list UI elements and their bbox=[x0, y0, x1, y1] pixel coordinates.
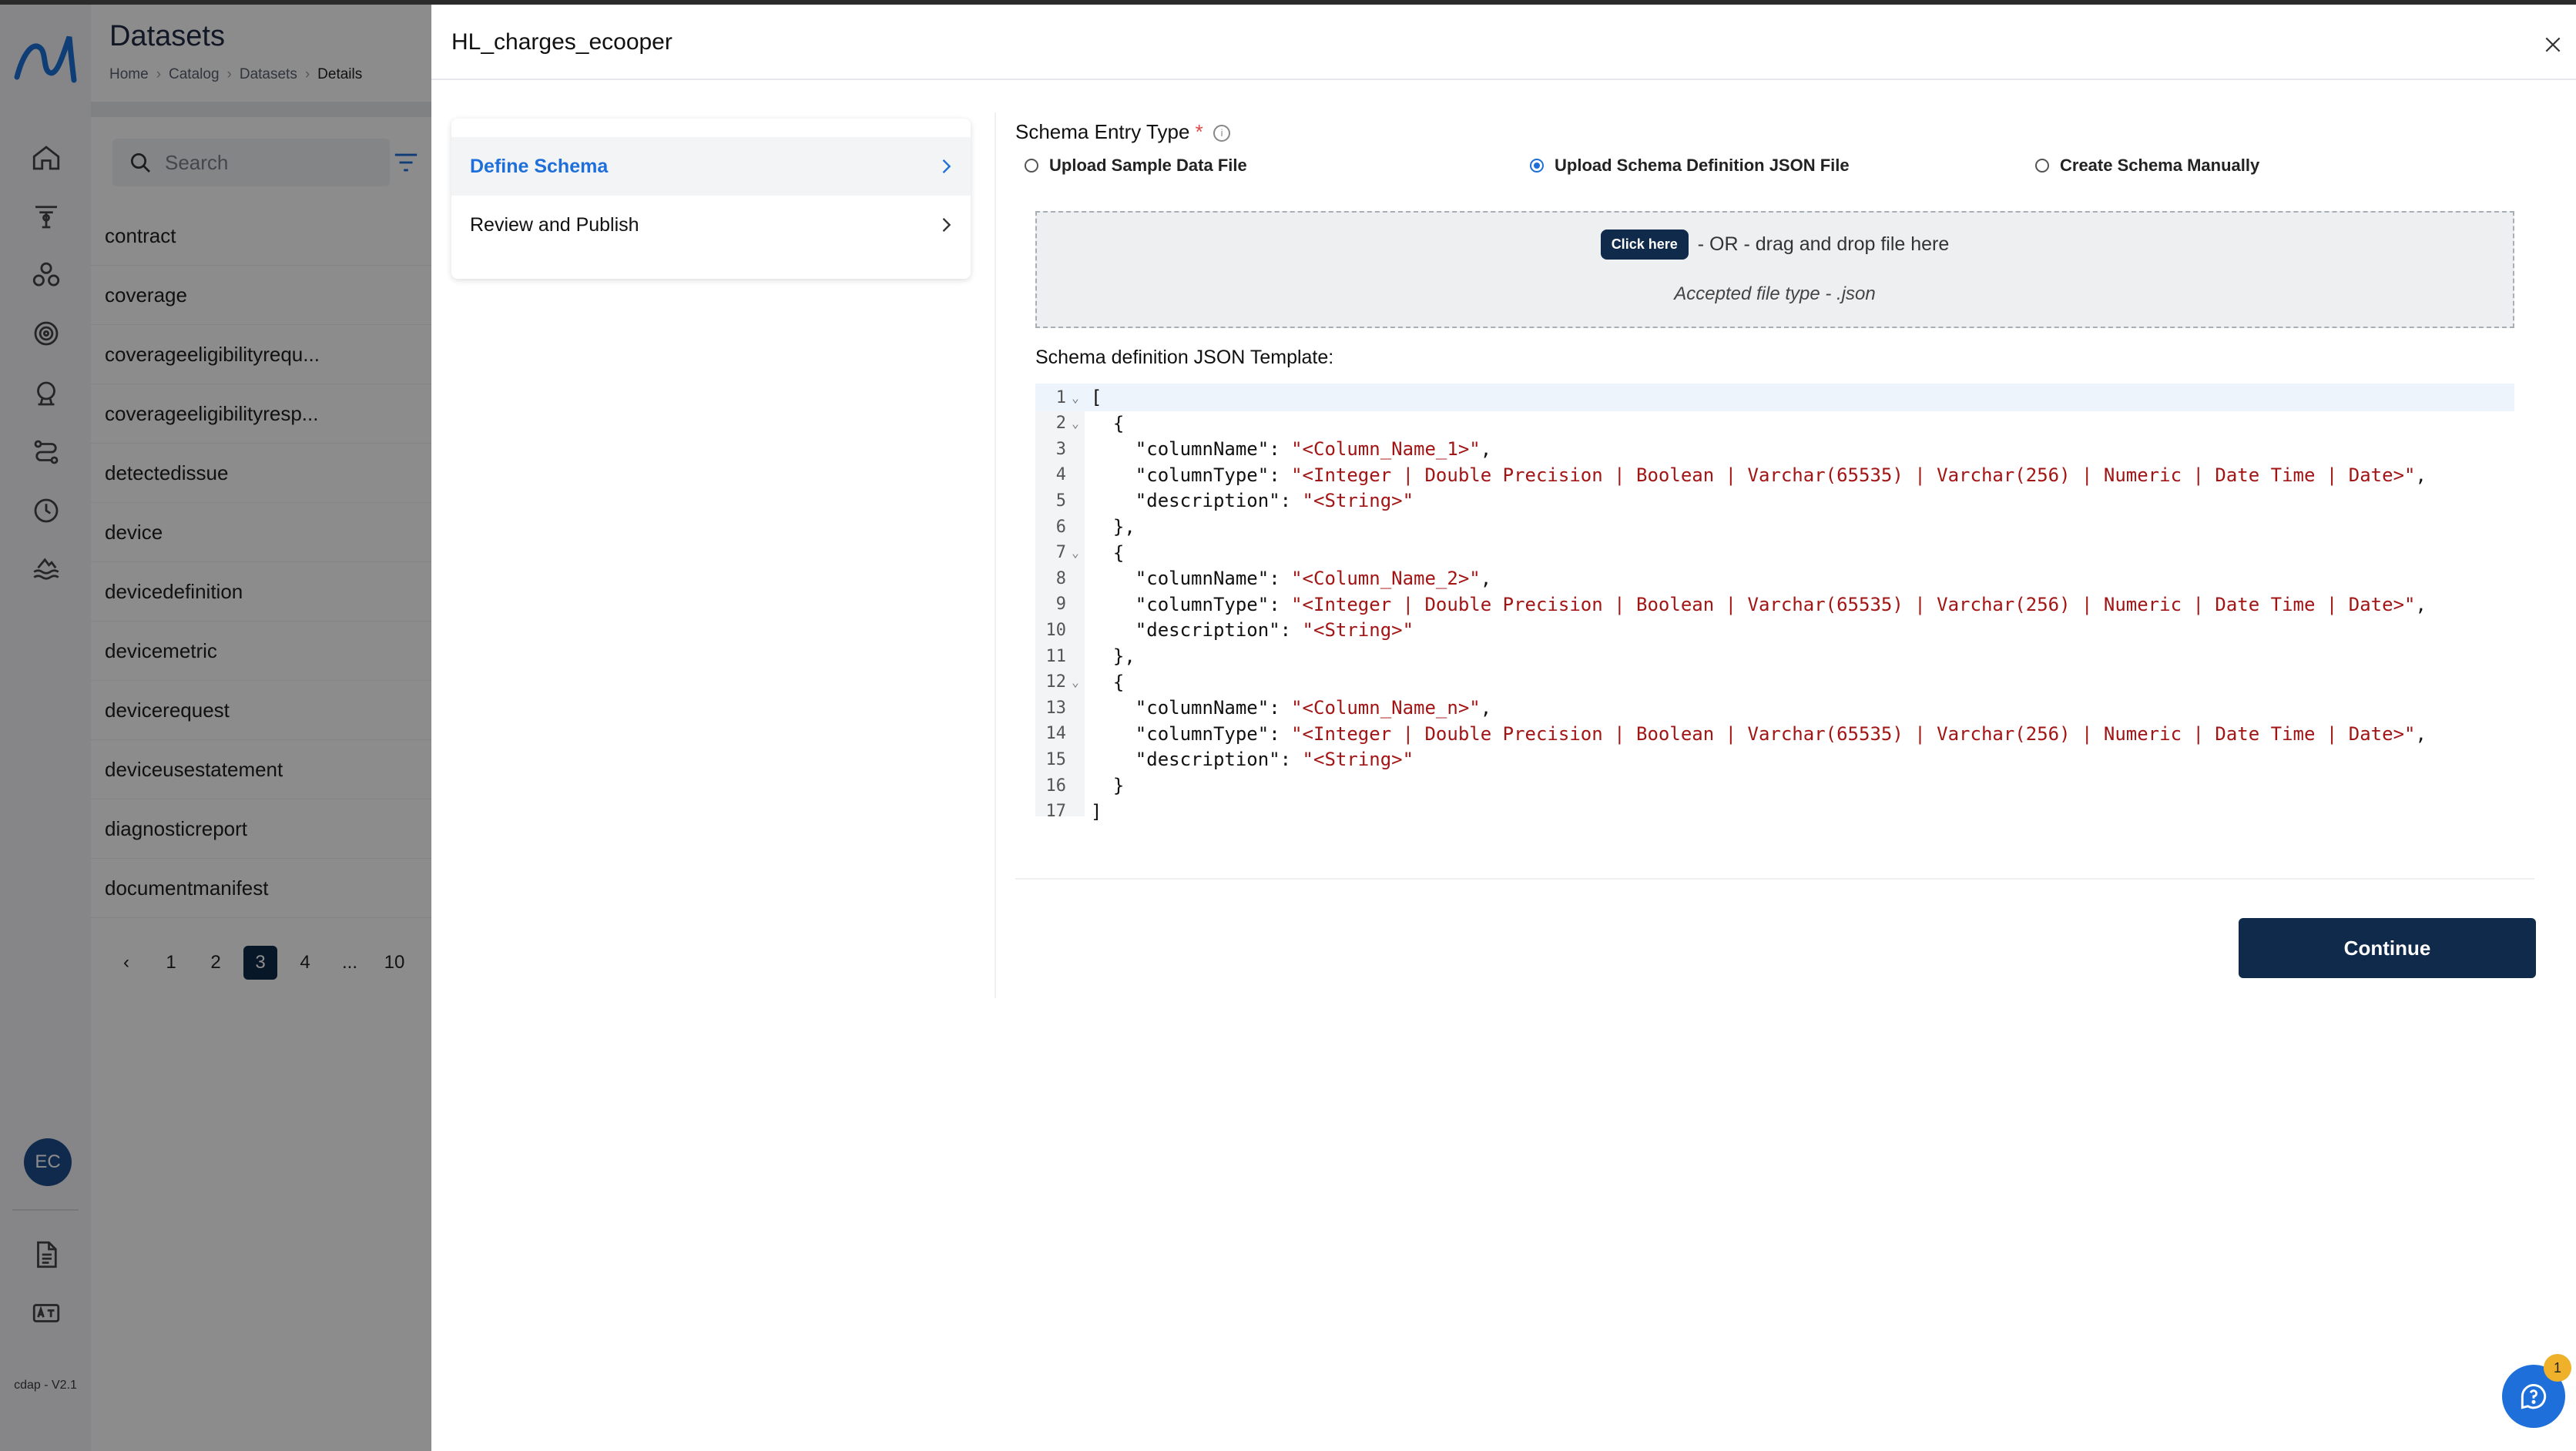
code-text: "columnType": "<Integer | Double Precisi… bbox=[1091, 593, 2427, 615]
code-line[interactable]: 4 "columnType": "<Integer | Double Preci… bbox=[1035, 461, 2514, 489]
code-text: { bbox=[1091, 412, 1125, 434]
info-icon[interactable]: i bbox=[1213, 125, 1231, 142]
json-template-editor[interactable]: 1 ⌄[2 ⌄ {3 "columnName": "<Column_Name_1>"… bbox=[1035, 384, 2514, 823]
fold-chevron-icon[interactable]: ⌄ bbox=[1066, 675, 1085, 689]
code-text: "description": "<String>" bbox=[1091, 619, 1414, 642]
code-text: "columnType": "<Integer | Double Precisi… bbox=[1091, 464, 2427, 486]
wizard-steps: Define Schema Review and Publish bbox=[451, 119, 971, 279]
line-number: 1 bbox=[1055, 387, 1066, 407]
line-number: 16 bbox=[1045, 776, 1067, 796]
code-line[interactable]: 15 "description": "<String>" bbox=[1035, 746, 2514, 773]
required-mark: * bbox=[1195, 120, 1203, 143]
code-line[interactable]: 7 ⌄ { bbox=[1035, 539, 2514, 567]
code-line[interactable]: 5 "description": "<String>" bbox=[1035, 487, 2514, 514]
code-line[interactable]: 1 ⌄ [ bbox=[1035, 384, 2514, 411]
fold-chevron-icon[interactable]: ⌄ bbox=[1066, 416, 1085, 431]
accepted-file-type: Accepted file type - .json bbox=[1674, 283, 1876, 304]
code-line[interactable]: 10 "description": "<String>" bbox=[1035, 616, 2514, 644]
code-line[interactable]: 6 }, bbox=[1035, 513, 2514, 541]
code-text: } bbox=[1091, 775, 1125, 796]
radio-label: Upload Schema Definition JSON File bbox=[1555, 156, 1850, 175]
code-text: }, bbox=[1091, 645, 1135, 667]
modal-backdrop[interactable] bbox=[0, 0, 431, 1451]
code-line[interactable]: 17] bbox=[1035, 798, 2514, 826]
line-number: 11 bbox=[1045, 646, 1067, 666]
code-text: "columnName": "<Column_Name_n>", bbox=[1091, 697, 1492, 719]
code-line[interactable]: 9 "columnType": "<Integer | Double Preci… bbox=[1035, 591, 2514, 618]
line-number: 14 bbox=[1045, 724, 1067, 744]
line-number: 6 bbox=[1055, 517, 1066, 537]
code-text: }, bbox=[1091, 516, 1135, 538]
line-number: 3 bbox=[1055, 439, 1066, 459]
schema-drawer: HL_charges_ecooper Define Schema Review … bbox=[431, 0, 2576, 1451]
code-line[interactable]: 3 "columnName": "<Column_Name_1>", bbox=[1035, 435, 2514, 463]
code-line[interactable]: 11 }, bbox=[1035, 642, 2514, 670]
file-dropzone[interactable]: Click here - OR - drag and drop file her… bbox=[1035, 211, 2514, 328]
line-number: 17 bbox=[1045, 802, 1067, 822]
step-label: Review and Publish bbox=[470, 213, 639, 236]
code-text: "columnType": "<Integer | Double Precisi… bbox=[1091, 722, 2427, 745]
line-number: 10 bbox=[1045, 620, 1067, 640]
step-define-schema[interactable]: Define Schema bbox=[451, 137, 971, 196]
code-line[interactable]: 8 "columnName": "<Column_Name_2>", bbox=[1035, 565, 2514, 592]
code-line[interactable]: 13 "columnName": "<Column_Name_n>", bbox=[1035, 694, 2514, 722]
code-text: [ bbox=[1091, 387, 1102, 408]
chevron-right-icon bbox=[942, 159, 951, 173]
code-line[interactable]: 14 "columnType": "<Integer | Double Prec… bbox=[1035, 720, 2514, 748]
code-line[interactable]: 2 ⌄ { bbox=[1035, 410, 2514, 437]
radio-create-manually[interactable]: Create Schema Manually bbox=[2035, 156, 2259, 176]
step-review-publish[interactable]: Review and Publish bbox=[451, 196, 971, 254]
form-divider bbox=[1015, 878, 2534, 880]
line-number: 2 bbox=[1055, 414, 1066, 434]
code-text: "description": "<String>" bbox=[1091, 490, 1414, 512]
line-number: 4 bbox=[1055, 465, 1066, 485]
line-number: 15 bbox=[1045, 749, 1067, 769]
code-text: { bbox=[1091, 541, 1125, 564]
code-text: "columnName": "<Column_Name_2>", bbox=[1091, 568, 1492, 590]
top-border bbox=[0, 0, 2576, 5]
close-icon bbox=[2545, 37, 2561, 52]
code-text: "columnName": "<Column_Name_1>", bbox=[1091, 438, 1492, 461]
code-text: { bbox=[1091, 671, 1125, 693]
entry-type-options: Upload Sample Data File Upload Schema De… bbox=[1025, 156, 2534, 179]
radio-upload-json[interactable]: Upload Schema Definition JSON File bbox=[1530, 156, 1850, 176]
step-label: Define Schema bbox=[470, 155, 609, 177]
radio-circle[interactable] bbox=[1025, 159, 1038, 173]
drawer-title: HL_charges_ecooper bbox=[451, 29, 673, 55]
continue-button[interactable]: Continue bbox=[2239, 918, 2536, 978]
code-text: ] bbox=[1091, 800, 1102, 823]
fold-chevron-icon[interactable]: ⌄ bbox=[1066, 545, 1085, 560]
radio-upload-sample[interactable]: Upload Sample Data File bbox=[1025, 156, 1247, 176]
code-text: "description": "<String>" bbox=[1091, 749, 1414, 771]
radio-label: Create Schema Manually bbox=[2060, 156, 2260, 175]
code-line[interactable]: 12 ⌄ { bbox=[1035, 669, 2514, 696]
radio-circle[interactable] bbox=[2035, 159, 2049, 173]
click-here-button[interactable]: Click here bbox=[1600, 230, 1689, 260]
line-number: 9 bbox=[1055, 595, 1066, 615]
notification-badge: 1 bbox=[2544, 1354, 2571, 1382]
drawer-header: HL_charges_ecooper bbox=[431, 5, 2576, 80]
dropzone-text: - OR - drag and drop file here bbox=[1697, 233, 1950, 255]
line-number: 12 bbox=[1045, 672, 1067, 692]
template-label: Schema definition JSON Template: bbox=[1035, 347, 1334, 368]
fold-chevron-icon[interactable]: ⌄ bbox=[1066, 390, 1085, 405]
close-button[interactable] bbox=[2539, 31, 2567, 59]
radio-label: Upload Sample Data File bbox=[1049, 156, 1247, 175]
schema-entry-type-label: Schema Entry Type * i bbox=[1015, 120, 1231, 144]
help-chat-icon bbox=[2521, 1384, 2547, 1409]
line-number: 8 bbox=[1055, 568, 1066, 588]
line-number: 13 bbox=[1045, 698, 1067, 718]
radio-circle-selected[interactable] bbox=[1530, 159, 1544, 173]
line-number: 7 bbox=[1055, 543, 1066, 563]
code-line[interactable]: 16 } bbox=[1035, 772, 2514, 799]
entry-type-text: Schema Entry Type bbox=[1015, 120, 1190, 143]
line-number: 5 bbox=[1055, 491, 1066, 511]
panel-divider bbox=[995, 112, 996, 998]
chevron-right-icon bbox=[942, 218, 951, 232]
